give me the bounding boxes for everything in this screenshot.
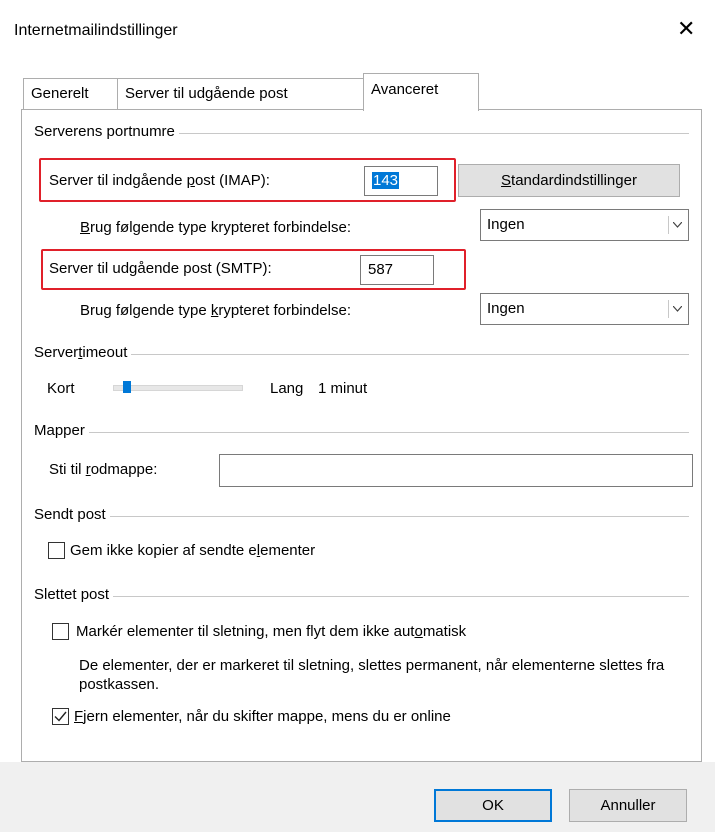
folders-group-title: Mapper [34,422,89,439]
timeout-long-label: Lang [270,380,304,397]
timeout-group-title: Servertimeout [34,344,132,361]
sent-group-title: Sendt post [34,506,110,523]
timeout-slider-thumb[interactable] [122,381,131,393]
group-divider [36,432,689,433]
chevron-down-icon [668,300,684,318]
incoming-port-value: 143 [372,172,400,189]
no-copies-checkbox[interactable] [48,542,65,559]
ok-button[interactable]: OK [434,789,552,822]
purge-label: Fjern elementer, når du skifter mappe, m… [74,708,451,725]
mark-deleted-checkbox[interactable] [52,623,69,640]
outgoing-encryption-label: Brug følgende type krypteret forbindelse… [80,302,351,319]
incoming-port-input[interactable]: 143 [364,166,438,196]
deleted-group-title: Slettet post [34,586,114,603]
tab-general[interactable]: Generelt [23,78,118,110]
group-divider [36,354,689,355]
timeout-slider[interactable] [113,385,243,391]
outgoing-port-input[interactable]: 587 [360,255,434,285]
incoming-encryption-select[interactable]: Ingen [480,209,689,241]
root-folder-label: Sti til rodmappe: [49,461,158,478]
tab-outgoing-server-label: Server til udgående post [125,85,288,102]
outgoing-port-value: 587 [368,261,394,278]
ports-group-title: Serverens portnumre [34,123,179,140]
dialog-title: Internetmailindstillinger [14,22,178,39]
tab-advanced-label: Avanceret [371,81,439,98]
mark-deleted-description: De elementer, der er markeret til sletni… [79,657,665,693]
incoming-encryption-value: Ingen [487,216,525,233]
close-icon[interactable]: ✕ [677,17,695,41]
root-folder-input[interactable] [219,454,693,487]
group-divider [36,596,689,597]
outgoing-encryption-value: Ingen [487,300,525,317]
tab-outgoing-server[interactable]: Server til udgående post [117,78,364,110]
group-divider [36,516,689,517]
no-copies-label: Gem ikke kopier af sendte elementer [70,542,316,559]
timeout-value: 1 minut [318,380,368,397]
chevron-down-icon [668,216,684,234]
mark-deleted-label: Markér elementer til sletning, men flyt … [76,623,467,640]
checkmark-icon [54,711,67,722]
tab-general-label: Generelt [31,85,89,102]
outgoing-encryption-select[interactable]: Ingen [480,293,689,325]
timeout-short-label: Kort [47,380,75,397]
defaults-button[interactable]: Standardindstillinger [458,164,680,197]
purge-checkbox[interactable] [52,708,69,725]
outgoing-port-label: Server til udgående post (SMTP): [49,260,272,277]
incoming-encryption-label: Brug følgende type krypteret forbindelse… [80,219,351,236]
cancel-button[interactable]: Annuller [569,789,687,822]
tab-advanced[interactable]: Avanceret [363,73,479,111]
incoming-port-label: Server til indgående post (IMAP): [49,172,270,189]
